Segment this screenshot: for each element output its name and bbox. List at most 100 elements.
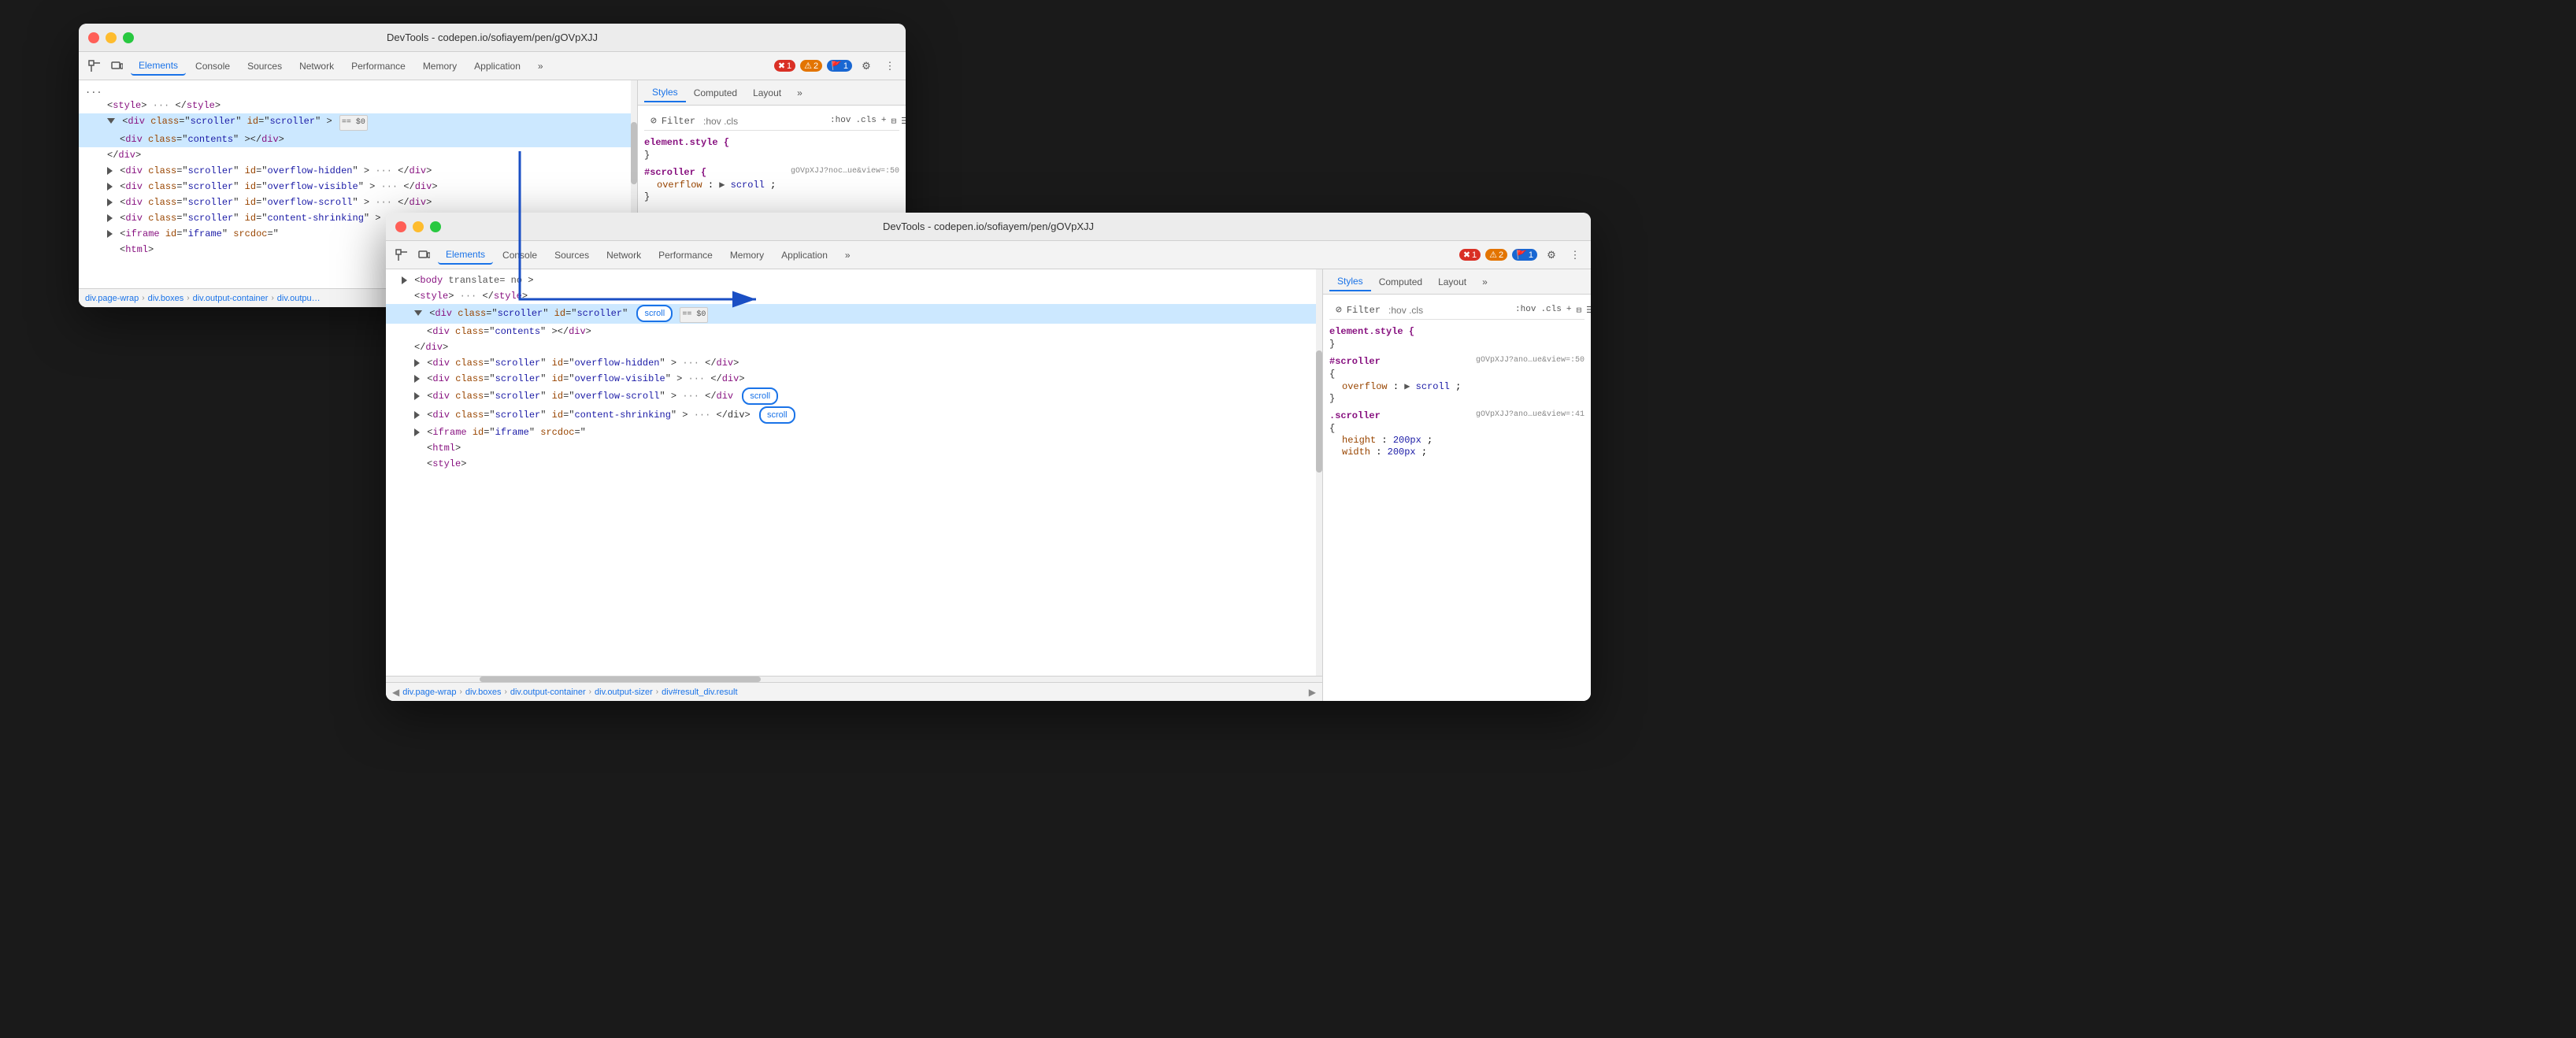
tab-more-2[interactable]: » bbox=[837, 247, 858, 264]
scroll-badge-shrink-2: scroll bbox=[759, 406, 795, 424]
tab-elements-2[interactable]: Elements bbox=[438, 246, 493, 265]
inspect-icon-2[interactable] bbox=[392, 246, 411, 265]
width-value-2: 200px bbox=[1388, 447, 1416, 458]
device-icon[interactable] bbox=[107, 57, 126, 76]
html-line-scroller-1[interactable]: <div class="scroller" id="scroller" > ==… bbox=[79, 113, 637, 132]
settings-icon-1[interactable]: ⚙ bbox=[857, 57, 876, 76]
tab-sources-1[interactable]: Sources bbox=[239, 57, 290, 75]
styles-tab-more-1[interactable]: » bbox=[789, 84, 810, 102]
breadcrumb-item-1[interactable]: div.page-wrap bbox=[85, 294, 139, 303]
overflow-value-2: scroll bbox=[1416, 381, 1450, 392]
width-prop-name-2: width bbox=[1342, 447, 1370, 458]
tab-sources-2[interactable]: Sources bbox=[547, 247, 597, 264]
toggle-btn-2[interactable]: ☰ bbox=[1586, 305, 1591, 316]
layout-btn-1[interactable]: ⊟ bbox=[891, 116, 896, 127]
filter-label-1: Filter bbox=[662, 116, 695, 127]
html-line-overflow-visible-1[interactable]: <div class="scroller" id="overflow-visib… bbox=[79, 179, 637, 195]
styles-tab-layout-2[interactable]: Layout bbox=[1430, 273, 1474, 291]
html-line-style2-2: <style> bbox=[386, 456, 1322, 472]
window-controls-1 bbox=[88, 32, 134, 43]
scroll-badge-main-2: scroll bbox=[636, 305, 673, 322]
tab-application-2[interactable]: Application bbox=[773, 247, 836, 264]
overflow-arrow-2[interactable]: ▶ bbox=[1404, 381, 1410, 392]
layout-btn-2[interactable]: ⊟ bbox=[1576, 305, 1581, 316]
html-line-iframe-2[interactable]: <iframe id="iframe" srcdoc=" bbox=[386, 424, 1322, 440]
warning-badge-2: ⚠ 2 bbox=[1485, 249, 1507, 261]
breadcrumb-item-2-5[interactable]: div#result_div.result bbox=[662, 688, 737, 697]
overflow-prop-name-2: overflow bbox=[1342, 381, 1388, 392]
tab-memory-1[interactable]: Memory bbox=[415, 57, 465, 75]
html-line-scroller-2[interactable]: <div class="scroller" id="scroller" scro… bbox=[386, 304, 1322, 324]
scroller-origin-2: gOVpXJJ?ano…ue&view=:50 bbox=[1476, 356, 1585, 369]
filter-icon-1: ⊘ bbox=[650, 115, 657, 127]
more-icon-2[interactable]: ⋮ bbox=[1566, 246, 1585, 265]
toggle-btn-1[interactable]: ☰ bbox=[901, 116, 906, 127]
height-prop-name-2: height bbox=[1342, 435, 1376, 446]
width-property-2: width : 200px ; bbox=[1329, 447, 1585, 458]
styles-tab-styles-1[interactable]: Styles bbox=[644, 83, 686, 102]
html-line-content-shrinking-2[interactable]: <div class="scroller" id="content-shrink… bbox=[386, 406, 1322, 424]
cls-btn-1[interactable]: .cls bbox=[855, 116, 876, 127]
dots-line-1: ... bbox=[79, 83, 637, 98]
html-line-overflow-visible-2[interactable]: <div class="scroller" id="overflow-visib… bbox=[386, 371, 1322, 387]
warning-badge-1: ⚠ 2 bbox=[800, 60, 822, 72]
breadcrumb-right-2[interactable]: ▶ bbox=[1309, 687, 1316, 698]
breadcrumb-item-2-4[interactable]: div.output-sizer bbox=[595, 688, 653, 697]
elements-scroll-2[interactable]: <body translate= no > <style> ··· </styl… bbox=[386, 269, 1322, 676]
rule-close-element-2: } bbox=[1329, 339, 1585, 350]
breadcrumb-item-2-1[interactable]: div.page-wrap bbox=[402, 688, 456, 697]
html-line-overflow-scroll-2[interactable]: <div class="scroller" id="overflow-scrol… bbox=[386, 387, 1322, 406]
horizontal-scrollbar-2[interactable] bbox=[386, 676, 1322, 682]
toolbar-icons-2 bbox=[392, 246, 433, 265]
tab-application-1[interactable]: Application bbox=[466, 57, 528, 75]
html-line-overflow-hidden-2[interactable]: <div class="scroller" id="overflow-hidde… bbox=[386, 355, 1322, 371]
hov-btn-2[interactable]: :hov bbox=[1515, 305, 1536, 316]
inspect-icon[interactable] bbox=[85, 57, 104, 76]
styles-tab-computed-2[interactable]: Computed bbox=[1371, 273, 1430, 291]
minimize-button-1[interactable] bbox=[106, 32, 117, 43]
tab-performance-1[interactable]: Performance bbox=[343, 57, 413, 75]
breadcrumb-item-3[interactable]: div.output-container bbox=[193, 294, 269, 303]
overflow-arrow-1[interactable]: ▶ bbox=[719, 180, 725, 191]
tab-performance-2[interactable]: Performance bbox=[650, 247, 721, 264]
breadcrumb-item-2-2[interactable]: div.boxes bbox=[465, 688, 502, 697]
html-line-body-2[interactable]: <body translate= no > bbox=[386, 272, 1322, 288]
styles-tab-layout-1[interactable]: Layout bbox=[745, 84, 789, 102]
styles-tab-styles-2[interactable]: Styles bbox=[1329, 272, 1371, 291]
maximize-button-2[interactable] bbox=[430, 221, 441, 232]
breadcrumb-item-2-3[interactable]: div.output-container bbox=[510, 688, 586, 697]
close-button-2[interactable] bbox=[395, 221, 406, 232]
filter-input-1[interactable] bbox=[703, 116, 825, 127]
tab-console-2[interactable]: Console bbox=[495, 247, 545, 264]
minimize-button-2[interactable] bbox=[413, 221, 424, 232]
more-icon-1[interactable]: ⋮ bbox=[880, 57, 899, 76]
settings-icon-2[interactable]: ⚙ bbox=[1542, 246, 1561, 265]
html-line-style-2: <style> ··· </style> bbox=[386, 288, 1322, 304]
tab-elements-1[interactable]: Elements bbox=[131, 57, 186, 76]
breadcrumb-left-2[interactable]: ◀ bbox=[392, 687, 399, 698]
tab-network-2[interactable]: Network bbox=[599, 247, 649, 264]
html-line-overflow-scroll-1[interactable]: <div class="scroller" id="overflow-scrol… bbox=[79, 195, 637, 210]
plus-btn-2[interactable]: + bbox=[1566, 305, 1572, 316]
tab-memory-2[interactable]: Memory bbox=[722, 247, 772, 264]
tab-console-1[interactable]: Console bbox=[187, 57, 238, 75]
breadcrumb-item-4[interactable]: div.outpu… bbox=[277, 294, 321, 303]
breadcrumb-item-2[interactable]: div.boxes bbox=[148, 294, 184, 303]
hov-btn-1[interactable]: :hov bbox=[830, 116, 851, 127]
styles-tab-computed-1[interactable]: Computed bbox=[686, 84, 745, 102]
device-icon-2[interactable] bbox=[414, 246, 433, 265]
filter-input-2[interactable] bbox=[1388, 305, 1510, 316]
maximize-button-1[interactable] bbox=[123, 32, 134, 43]
content-area-2: <body translate= no > <style> ··· </styl… bbox=[386, 269, 1591, 701]
element-style-rule-1: element.style { } bbox=[644, 137, 899, 161]
html-line-overflow-hidden-1[interactable]: <div class="scroller" id="overflow-hidde… bbox=[79, 163, 637, 179]
close-button-1[interactable] bbox=[88, 32, 99, 43]
scroll-badge-scroll-2: scroll bbox=[742, 387, 778, 405]
tab-more-1[interactable]: » bbox=[530, 57, 551, 75]
height-value-2: 200px bbox=[1393, 435, 1421, 446]
cls-btn-2[interactable]: .cls bbox=[1540, 305, 1561, 316]
plus-btn-1[interactable]: + bbox=[881, 116, 887, 127]
styles-tab-more-2[interactable]: » bbox=[1474, 273, 1496, 291]
tab-network-1[interactable]: Network bbox=[291, 57, 342, 75]
window-controls-2 bbox=[395, 221, 441, 232]
